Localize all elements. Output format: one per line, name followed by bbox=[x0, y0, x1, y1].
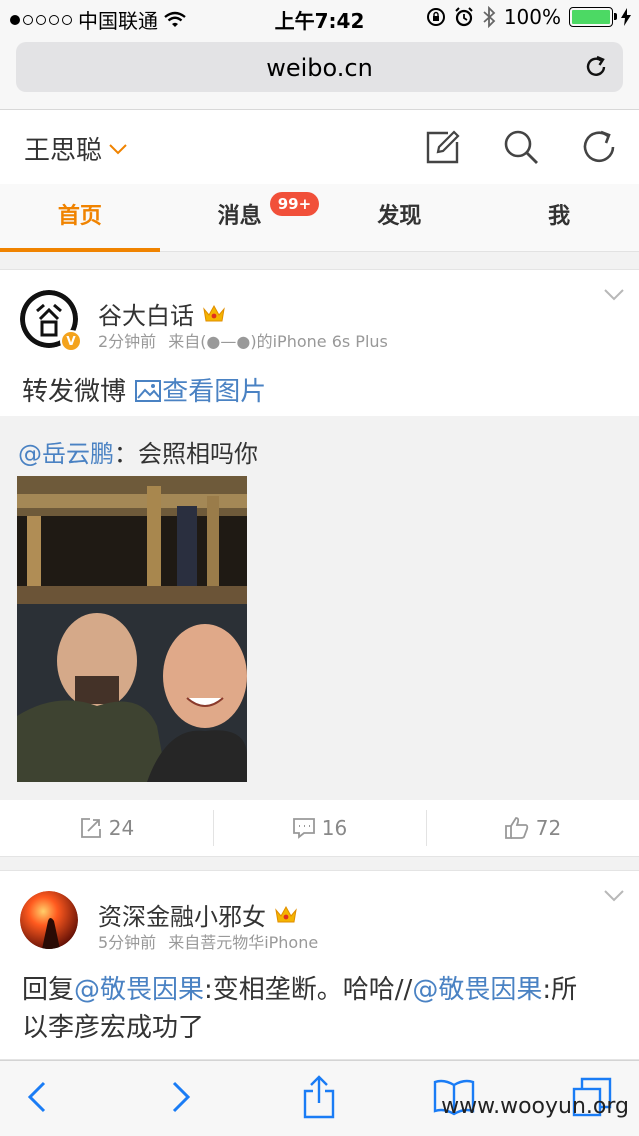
crown-icon bbox=[203, 304, 225, 321]
post-source: 来自(●—●)的iPhone 6s Plus bbox=[168, 332, 388, 351]
address-bar[interactable]: weibo.cn bbox=[16, 42, 623, 92]
chevron-down-icon[interactable] bbox=[603, 889, 625, 903]
image-icon bbox=[135, 380, 162, 402]
back-icon[interactable] bbox=[16, 1075, 60, 1119]
alarm-icon bbox=[455, 7, 473, 27]
page: 中国联通 上午7:42 100% weibo.cn 王思聪 首页 消息 99+ … bbox=[0, 0, 639, 1136]
post-body: :变相垄断。哈哈// bbox=[204, 975, 413, 1005]
post-time: 5分钟前 bbox=[98, 933, 157, 952]
thumbs-up-icon bbox=[504, 817, 528, 839]
url-text: weibo.cn bbox=[266, 54, 373, 82]
feed-post: V 谷大白话 2分钟前 来自(●—●)的iPhone 6s Plus 转发微博 查… bbox=[0, 269, 639, 857]
post-actions: 24 16 72 bbox=[0, 800, 639, 856]
reload-icon[interactable] bbox=[583, 54, 609, 80]
refresh-icon[interactable] bbox=[580, 128, 618, 166]
crown-icon bbox=[275, 905, 297, 922]
status-right: 100% bbox=[426, 5, 631, 29]
view-image-link[interactable]: 查看图片 bbox=[134, 377, 266, 407]
feed-post: 资深金融小邪女 5分钟前 来自菩元物华iPhone 回复@敬畏因果:变相垄断。哈哈… bbox=[0, 870, 639, 1060]
author-name: 资深金融小邪女 bbox=[98, 903, 266, 931]
status-bar: 中国联通 上午7:42 100% bbox=[0, 0, 639, 36]
post-source: 来自菩元物华iPhone bbox=[168, 933, 319, 952]
browser-url-area: weibo.cn bbox=[0, 36, 639, 110]
post-body: 回复 bbox=[22, 975, 75, 1005]
tab-me[interactable]: 我 bbox=[479, 184, 639, 251]
battery-icon bbox=[569, 7, 617, 27]
share-icon bbox=[80, 818, 101, 838]
repost-count: 24 bbox=[108, 816, 135, 840]
post-text: 回复@敬畏因果:变相垄断。哈哈//@敬畏因果:所 以李彦宏成功了 bbox=[22, 971, 577, 1047]
repost-body: ：会照相吗你 bbox=[114, 440, 258, 468]
mention-link[interactable]: @敬畏因果 bbox=[74, 975, 204, 1005]
tab-bar: 首页 消息 99+ 发现 我 bbox=[0, 184, 639, 252]
post-meta: 2分钟前 来自(●—●)的iPhone 6s Plus bbox=[98, 328, 388, 352]
avatar[interactable] bbox=[20, 891, 78, 949]
tab-discover[interactable]: 发现 bbox=[320, 184, 480, 251]
orientation-lock-icon bbox=[426, 8, 445, 26]
app-header: 王思聪 bbox=[0, 110, 639, 184]
repost-button[interactable]: 24 bbox=[0, 800, 213, 856]
message-count-badge: 99+ bbox=[269, 192, 320, 216]
like-count: 72 bbox=[535, 816, 562, 840]
post-text: 转发微博 查看图片 bbox=[22, 371, 266, 408]
mention-link[interactable]: @敬畏因果 bbox=[412, 975, 542, 1005]
post-author[interactable]: 谷大白话 bbox=[98, 296, 226, 331]
comment-button[interactable]: 16 bbox=[213, 800, 426, 856]
post-body: :所 bbox=[542, 975, 578, 1005]
post-body: 转发微博 bbox=[22, 377, 127, 407]
post-meta: 5分钟前 来自菩元物华iPhone bbox=[98, 929, 318, 953]
charging-icon bbox=[621, 8, 631, 26]
mention-link[interactable]: @岳云鹏 bbox=[18, 440, 114, 468]
tab-home[interactable]: 首页 bbox=[0, 184, 160, 252]
reposted-content[interactable]: @岳云鹏：会照相吗你 bbox=[0, 416, 639, 800]
compose-icon[interactable] bbox=[424, 128, 462, 166]
forward-icon[interactable] bbox=[158, 1075, 202, 1119]
comment-icon bbox=[292, 818, 315, 839]
tab-messages-label: 消息 bbox=[217, 204, 262, 229]
battery-percent: 100% bbox=[503, 5, 561, 29]
post-time: 2分钟前 bbox=[98, 332, 157, 351]
post-author[interactable]: 资深金融小邪女 bbox=[98, 897, 298, 932]
tab-messages[interactable]: 消息 99+ bbox=[160, 184, 320, 251]
bluetooth-icon bbox=[483, 6, 496, 28]
watermark: www.wooyun.org bbox=[441, 1094, 629, 1119]
post-photo[interactable] bbox=[17, 476, 247, 782]
search-icon[interactable] bbox=[502, 128, 540, 166]
like-button[interactable]: 72 bbox=[426, 800, 639, 856]
author-name: 谷大白话 bbox=[98, 302, 194, 330]
account-switcher[interactable]: 王思聪 bbox=[24, 130, 128, 167]
view-image-label: 查看图片 bbox=[162, 377, 267, 407]
chevron-down-icon[interactable] bbox=[603, 288, 625, 302]
post-body: 以李彦宏成功了 bbox=[22, 1013, 205, 1043]
share-icon[interactable] bbox=[297, 1075, 341, 1119]
comment-count: 16 bbox=[321, 816, 348, 840]
chevron-down-icon bbox=[109, 143, 127, 154]
verified-icon: V bbox=[60, 330, 82, 352]
page-title: 王思聪 bbox=[24, 136, 103, 166]
repost-text: @岳云鹏：会照相吗你 bbox=[18, 434, 258, 469]
